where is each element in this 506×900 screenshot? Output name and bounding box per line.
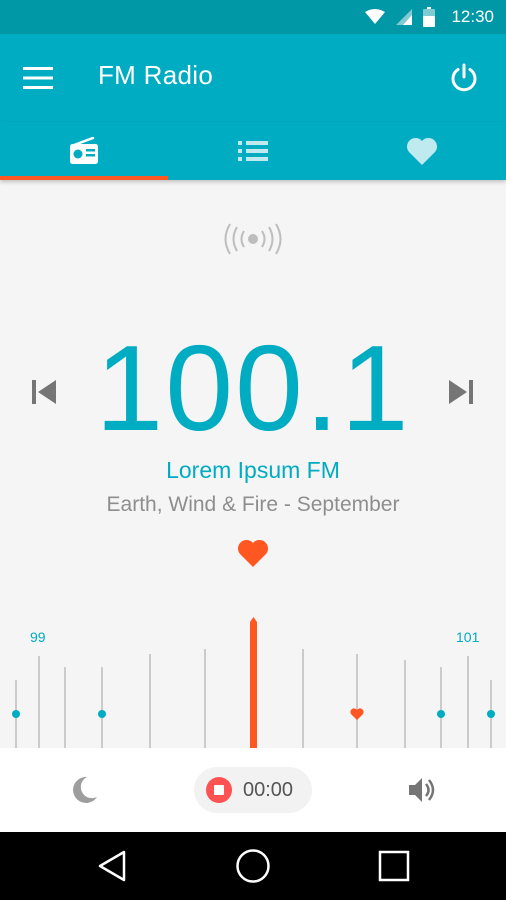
song-title: Earth, Wind & Fire - September <box>106 493 400 516</box>
recents-icon <box>378 850 410 882</box>
moon-icon <box>73 776 97 803</box>
radio-icon <box>70 137 98 164</box>
power-icon <box>451 63 477 92</box>
tuning-dial[interactable]: 99 101 <box>0 612 506 748</box>
record-button[interactable]: 00:00 <box>194 767 312 813</box>
recents-button[interactable] <box>372 844 416 888</box>
dial-scale <box>12 617 495 748</box>
tab-radio[interactable] <box>0 122 168 180</box>
station-name: Lorem Ipsum FM <box>166 457 340 483</box>
dial-label-left: 99 <box>30 629 46 645</box>
tab-favorites[interactable] <box>337 122 506 180</box>
tab-bar <box>0 122 506 180</box>
status-time: 12:30 <box>451 7 494 26</box>
record-timer: 00:00 <box>243 778 294 801</box>
sleep-timer-button[interactable] <box>64 770 104 810</box>
volume-button[interactable] <box>402 770 442 810</box>
menu-icon <box>23 67 53 89</box>
menu-button[interactable] <box>18 58 58 98</box>
bottom-controls: 00:00 <box>0 748 506 832</box>
power-button[interactable] <box>442 56 486 100</box>
navigation-bar <box>0 832 506 900</box>
battery-icon <box>423 7 436 27</box>
home-icon <box>236 849 270 883</box>
broadcast-icon <box>223 222 283 256</box>
volume-icon <box>409 778 435 802</box>
frequency-display: 100.1 <box>95 320 411 456</box>
dial-label-right: 101 <box>456 629 480 645</box>
home-button[interactable] <box>231 844 275 888</box>
tab-indicator <box>0 176 168 180</box>
back-button[interactable] <box>90 844 134 888</box>
favorite-button[interactable] <box>236 536 270 570</box>
preset-dot <box>437 710 445 718</box>
heart-icon <box>406 137 437 165</box>
wifi-icon <box>365 9 386 24</box>
back-icon <box>98 850 126 882</box>
toolbar: FM Radio <box>0 34 506 122</box>
list-icon <box>238 141 268 161</box>
tab-list[interactable] <box>169 122 337 180</box>
status-bar: 12:30 <box>0 0 506 34</box>
preset-dot <box>98 710 106 718</box>
dial-needle <box>250 617 257 748</box>
preset-dot <box>487 710 495 718</box>
record-icon <box>206 777 232 803</box>
cell-signal-icon <box>396 9 413 25</box>
page-title: FM Radio <box>98 60 214 90</box>
heart-icon <box>237 539 269 567</box>
favorite-marker-icon <box>350 708 364 720</box>
preset-dot <box>12 710 20 718</box>
